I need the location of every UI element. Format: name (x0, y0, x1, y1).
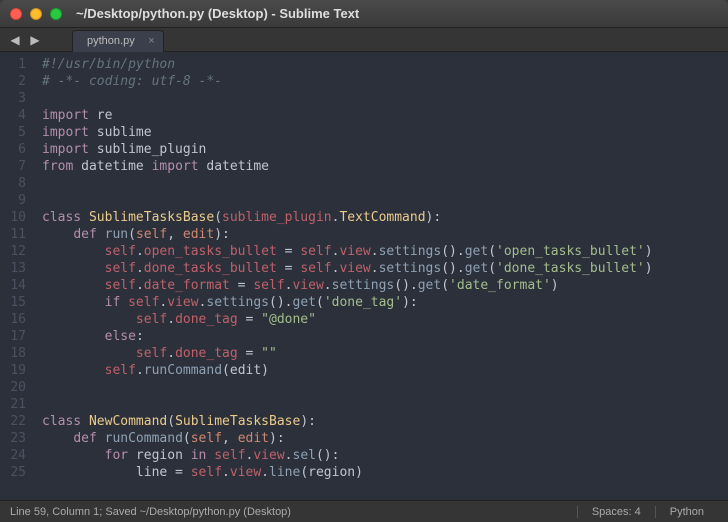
status-left: Line 59, Column 1; Saved ~/Desktop/pytho… (10, 506, 291, 518)
close-icon[interactable]: × (148, 35, 154, 47)
traffic-lights (10, 8, 62, 20)
code-area[interactable]: #!/usr/bin/python # -*- coding: utf-8 -*… (34, 52, 710, 500)
tab-python-py[interactable]: python.py × (72, 30, 164, 52)
tab-bar: ◀ ▶ python.py × (0, 28, 728, 52)
close-window-button[interactable] (10, 8, 22, 20)
editor[interactable]: 1 2 3 4 5 6 7 8 9 10 11 12 13 14 15 16 1… (0, 52, 728, 500)
nav-back-icon[interactable]: ◀ (8, 33, 22, 47)
titlebar: ~/Desktop/python.py (Desktop) - Sublime … (0, 0, 728, 28)
line-number-gutter: 1 2 3 4 5 6 7 8 9 10 11 12 13 14 15 16 1… (0, 52, 34, 500)
minimize-window-button[interactable] (30, 8, 42, 20)
status-bar: Line 59, Column 1; Saved ~/Desktop/pytho… (0, 500, 728, 522)
status-indent[interactable]: Spaces: 4 (577, 506, 655, 518)
zoom-window-button[interactable] (50, 8, 62, 20)
minimap[interactable] (710, 52, 728, 500)
window-title: ~/Desktop/python.py (Desktop) - Sublime … (76, 6, 359, 21)
nav-forward-icon[interactable]: ▶ (28, 33, 42, 47)
status-language[interactable]: Python (655, 506, 718, 518)
tab-label: python.py (87, 35, 135, 47)
